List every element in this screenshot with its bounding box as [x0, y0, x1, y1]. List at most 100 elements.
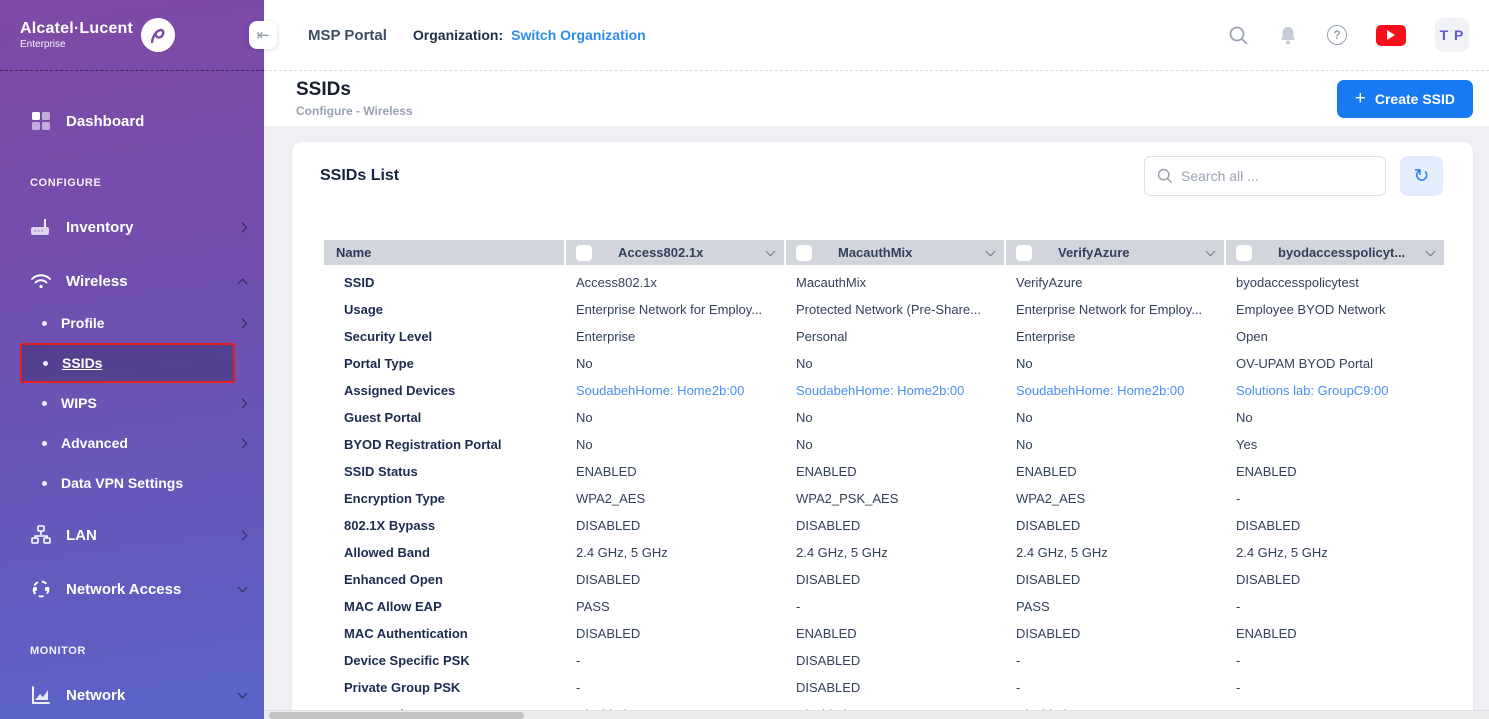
chevron-right-icon: [238, 398, 248, 408]
cell-value: WPA2_AES: [566, 491, 784, 506]
ssid-column-header[interactable]: Access802.1x: [566, 240, 784, 265]
sidebar-item-network-access[interactable]: Network Access: [0, 567, 264, 611]
card-header: SSIDs List: [292, 142, 1473, 208]
cell-value: DISABLED: [1006, 518, 1224, 533]
cell-value: DISABLED: [1006, 626, 1224, 641]
card-title: SSIDs List: [320, 167, 399, 185]
cell-value: -: [1006, 680, 1224, 695]
sidebar-item-label: LAN: [66, 527, 97, 544]
cell-value: -: [1006, 653, 1224, 668]
ssids-table: Name Access802.1x MacauthMix VerifyAzure…: [292, 208, 1473, 719]
sidebar-item-wireless[interactable]: Wireless: [0, 259, 264, 303]
cell-value: Enterprise: [1006, 329, 1224, 344]
create-ssid-button[interactable]: Create SSID: [1337, 80, 1473, 118]
table-row: Portal Type NoNoNoOV-UPAM BYOD Portal: [324, 350, 1473, 377]
cell-value: DISABLED: [786, 653, 1004, 668]
assigned-device-link[interactable]: SoudabehHome: Home2b:00: [566, 383, 784, 398]
table-row: MAC Authentication DISABLEDENABLEDDISABL…: [324, 620, 1473, 647]
sidebar-item-advanced[interactable]: Advanced: [0, 423, 264, 463]
chevron-right-icon: [238, 438, 248, 448]
chevron-down-icon[interactable]: [1426, 246, 1436, 256]
cell-value: No: [786, 437, 1004, 452]
ssid-column-header[interactable]: byodaccesspolicyt...: [1226, 240, 1444, 265]
cell-value: DISABLED: [566, 518, 784, 533]
column-checkbox[interactable]: [796, 245, 812, 261]
wifi-icon: [30, 270, 52, 292]
cell-value: No: [1006, 437, 1224, 452]
sidebar-item-label: Inventory: [66, 219, 134, 236]
table-row: Enhanced Open DISABLEDDISABLEDDISABLEDDI…: [324, 566, 1473, 593]
cell-value: ENABLED: [1006, 464, 1224, 479]
youtube-icon[interactable]: [1376, 25, 1406, 46]
sidebar-item-profile[interactable]: Profile: [0, 303, 264, 343]
column-label: Access802.1x: [618, 245, 703, 260]
cell-value: Open: [1226, 329, 1444, 344]
refresh-button[interactable]: [1400, 156, 1443, 196]
switch-organization-link[interactable]: Switch Organization: [511, 27, 646, 43]
row-label: MAC Authentication: [324, 626, 564, 641]
column-checkbox[interactable]: [1236, 245, 1252, 261]
sidebar-item-data-vpn-settings[interactable]: Data VPN Settings: [0, 463, 264, 503]
chevron-down-icon[interactable]: [1206, 246, 1216, 256]
search-input[interactable]: [1181, 168, 1373, 184]
cell-value: DISABLED: [786, 572, 1004, 587]
sidebar-item-label: SSIDs: [62, 355, 102, 371]
help-icon[interactable]: [1327, 25, 1347, 45]
cell-value: DISABLED: [786, 518, 1004, 533]
row-label: Security Level: [324, 329, 564, 344]
chevron-up-icon: [238, 278, 248, 288]
sidebar-item-inventory[interactable]: Inventory: [0, 205, 264, 249]
bullet-icon: [42, 481, 47, 486]
lan-icon: [30, 524, 52, 546]
brand-text: Alcatel·Lucent Enterprise: [20, 20, 133, 50]
brand-subtitle: Enterprise: [20, 39, 133, 50]
sidebar-item-label: Wireless: [66, 273, 128, 290]
cell-value: ENABLED: [1226, 626, 1444, 641]
cell-value: No: [1006, 410, 1224, 425]
sidebar-item-lan[interactable]: LAN: [0, 513, 264, 557]
scrollbar-thumb[interactable]: [269, 712, 524, 719]
row-label: Portal Type: [324, 356, 564, 371]
cell-value: 2.4 GHz, 5 GHz: [1006, 545, 1224, 560]
cell-value: OV-UPAM BYOD Portal: [1226, 356, 1444, 371]
sidebar-item-label: Data VPN Settings: [61, 475, 183, 491]
chevron-down-icon[interactable]: [766, 246, 776, 256]
ssid-column-header[interactable]: MacauthMix: [786, 240, 1004, 265]
ssids-list-card: SSIDs List Name Access802.1x: [292, 142, 1473, 719]
chevron-down-icon: [238, 689, 248, 699]
chevron-down-icon[interactable]: [986, 246, 996, 256]
user-avatar[interactable]: T P: [1435, 18, 1469, 52]
assigned-device-link[interactable]: SoudabehHome: Home2b:00: [1006, 383, 1224, 398]
sidebar-item-ssids[interactable]: SSIDs: [20, 343, 235, 383]
assigned-device-link[interactable]: SoudabehHome: Home2b:00: [786, 383, 1004, 398]
table-row: Allowed Band 2.4 GHz, 5 GHz2.4 GHz, 5 GH…: [324, 539, 1473, 566]
cell-value: Enterprise: [566, 329, 784, 344]
column-checkbox[interactable]: [576, 245, 592, 261]
cell-value: ENABLED: [786, 626, 1004, 641]
cell-value: ENABLED: [786, 464, 1004, 479]
column-checkbox[interactable]: [1016, 245, 1032, 261]
sidebar-item-network[interactable]: Network: [0, 673, 264, 717]
notifications-bell-icon[interactable]: [1278, 25, 1298, 46]
ssid-column-header[interactable]: VerifyAzure: [1006, 240, 1224, 265]
row-label: Allowed Band: [324, 545, 564, 560]
chevron-right-icon: [238, 222, 248, 232]
row-label: Private Group PSK: [324, 680, 564, 695]
horizontal-scrollbar[interactable]: [264, 710, 1489, 719]
table-row: Usage Enterprise Network for Employ...Pr…: [324, 296, 1473, 323]
cell-value: VerifyAzure: [1006, 275, 1224, 290]
cell-value: Access802.1x: [566, 275, 784, 290]
cell-value: 2.4 GHz, 5 GHz: [1226, 545, 1444, 560]
chevron-down-icon: [238, 583, 248, 593]
alcatel-lucent-logo-icon: [141, 18, 175, 52]
row-label: BYOD Registration Portal: [324, 437, 564, 452]
row-label: Guest Portal: [324, 410, 564, 425]
cell-value: No: [566, 410, 784, 425]
bullet-icon: [43, 361, 48, 366]
search-icon[interactable]: [1228, 25, 1249, 46]
sidebar-item-dashboard[interactable]: Dashboard: [0, 99, 264, 143]
sidebar-item-wips[interactable]: WIPS: [0, 383, 264, 423]
bullet-icon: [42, 401, 47, 406]
sidebar-collapse-button[interactable]: [249, 21, 277, 49]
assigned-device-link[interactable]: Solutions lab: GroupC9:00: [1226, 383, 1444, 398]
